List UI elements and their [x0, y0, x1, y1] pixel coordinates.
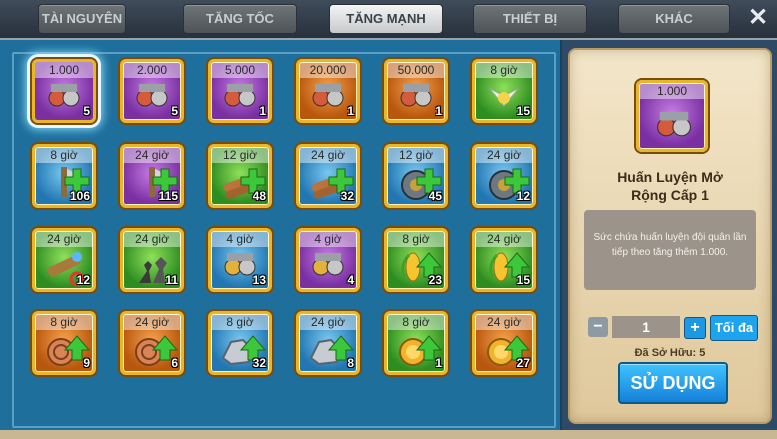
item-wood-boost-24h[interactable]: 24 giờ 6: [120, 311, 184, 375]
preview-item-icon: 1.000: [636, 80, 708, 152]
armor-icon: [400, 84, 432, 107]
item-count: 5: [83, 104, 90, 118]
item-count: 1: [435, 104, 442, 118]
item-title-line2: Rộng Cấp 1: [631, 187, 709, 203]
item-count: 8: [347, 356, 354, 370]
item-peace-shield-boost[interactable]: 8 giờ 15: [472, 59, 536, 123]
item-gathering-boost-24h[interactable]: 24 giờ 32: [296, 144, 360, 208]
item-training-expansion-50000[interactable]: 50.000 1: [384, 59, 448, 123]
tab-boosts[interactable]: TĂNG MẠNH: [329, 4, 443, 34]
item-count: 5: [171, 104, 178, 118]
item-count: 12: [516, 189, 530, 203]
item-count: 23: [428, 273, 442, 287]
use-button[interactable]: SỬ DỤNG: [618, 362, 728, 404]
item-march-boost[interactable]: 4 giờ 13: [208, 228, 272, 292]
tab-other[interactable]: KHÁC: [618, 4, 730, 34]
item-count: 32: [252, 356, 266, 370]
item-count: 12: [76, 273, 90, 287]
item-gold-boost[interactable]: 8 giờ 1: [384, 311, 448, 375]
item-count: 48: [252, 189, 266, 203]
item-gathering-boost[interactable]: 12 giờ 48: [208, 144, 272, 208]
plus-button[interactable]: +: [684, 317, 706, 339]
tab-resources[interactable]: TÀI NGUYÊN: [38, 4, 126, 34]
minus-button[interactable]: −: [588, 317, 608, 337]
item-title: Huấn Luyện Mở Rộng Cấp 1: [570, 168, 770, 204]
item-count: 15: [516, 104, 530, 118]
tab-speedups[interactable]: TĂNG TỐC: [183, 4, 297, 34]
bottom-border: [0, 430, 777, 439]
item-preview: 1.000: [636, 80, 708, 152]
item-training-expansion-5000[interactable]: 5.000 1: [208, 59, 272, 123]
item-attack-boost-24h[interactable]: 24 giờ 115: [120, 144, 184, 208]
armor-icon: [48, 84, 80, 107]
item-title-line1: Huấn Luyện Mở: [617, 169, 723, 185]
item-stone-boost[interactable]: 8 giờ 32: [208, 311, 272, 375]
item-detail-panel: 1.000 Huấn Luyện Mở Rộng Cấp 1 Sức chứa …: [568, 48, 772, 424]
item-count: 9: [83, 356, 90, 370]
item-count: 4: [347, 273, 354, 287]
tab-equipment[interactable]: THIẾT BỊ: [473, 4, 587, 34]
item-count: 6: [171, 356, 178, 370]
item-defense-boost[interactable]: 12 giờ 45: [384, 144, 448, 208]
item-food-boost-24h[interactable]: 24 giờ 15: [472, 228, 536, 292]
tab-bar: TÀI NGUYÊN TĂNG TỐC TĂNG MẠNH THIẾT BỊ K…: [0, 0, 777, 40]
armor-icon: [312, 84, 344, 107]
item-gold-boost-24h[interactable]: 24 giờ 27: [472, 311, 536, 375]
item-training-expansion-1000[interactable]: 1.000 5: [32, 59, 96, 123]
item-count: 106: [69, 189, 90, 203]
item-count: 1: [347, 104, 354, 118]
item-count: 32: [340, 189, 354, 203]
preview-label: 1.000: [639, 83, 705, 99]
item-fake-army[interactable]: 24 giờ 11: [120, 228, 184, 292]
item-march-boost-purple[interactable]: 4 giờ 4: [296, 228, 360, 292]
max-button[interactable]: Tối đa: [710, 315, 758, 341]
item-count: 115: [158, 189, 178, 203]
item-anti-scout[interactable]: 24 giờ 12: [32, 228, 96, 292]
item-count: 15: [516, 273, 530, 287]
item-attack-boost[interactable]: 8 giờ 106: [32, 144, 96, 208]
quantity-stepper: − 1 + Tối đa: [588, 315, 760, 341]
armor-icon: [136, 84, 168, 107]
armor-icon: [312, 253, 344, 276]
item-food-boost[interactable]: 8 giờ 23: [384, 228, 448, 292]
armor-icon: [657, 111, 691, 137]
armor-icon: [224, 84, 256, 107]
item-defense-boost-24h[interactable]: 24 giờ 12: [472, 144, 536, 208]
item-wood-boost[interactable]: 8 giờ 9: [32, 311, 96, 375]
item-description: Sức chứa huấn luyện đội quân lần tiếp th…: [584, 210, 756, 290]
item-count: 27: [516, 356, 530, 370]
item-training-expansion-20000[interactable]: 20.000 1: [296, 59, 360, 123]
owned-count: Đã Sở Hữu: 5: [634, 347, 706, 359]
item-count: 1: [259, 104, 266, 118]
close-icon[interactable]: ✕: [744, 4, 772, 32]
quantity-value[interactable]: 1: [612, 316, 680, 338]
item-count: 11: [165, 273, 178, 287]
item-count: 45: [428, 189, 442, 203]
item-stone-boost-24h[interactable]: 24 giờ 8: [296, 311, 360, 375]
item-count: 1: [435, 356, 442, 370]
item-count: 13: [252, 273, 266, 287]
item-training-expansion-2000[interactable]: 2.000 5: [120, 59, 184, 123]
